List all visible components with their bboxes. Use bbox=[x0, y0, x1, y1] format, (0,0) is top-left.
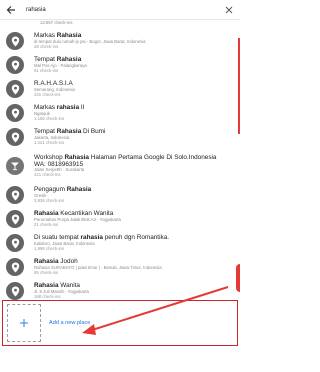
side-handle[interactable] bbox=[236, 264, 240, 292]
result-checkins: 1,156 check-ins bbox=[34, 115, 65, 121]
pin-icon bbox=[6, 282, 24, 300]
list-item[interactable]: Rahasia Jodoh Rahasia SURABAYO | pawi ti… bbox=[0, 255, 240, 279]
list-item[interactable]: Markas Rahasia di tempat dulu rumah ip p… bbox=[0, 29, 240, 53]
result-checkins: 431 check-ins bbox=[34, 91, 61, 97]
clear-icon[interactable] bbox=[224, 5, 234, 15]
list-item[interactable]: Di suatu tempat rahasia penuh dgn Romant… bbox=[0, 231, 240, 255]
pin-icon bbox=[6, 32, 24, 50]
result-checkins: 28 check-ins bbox=[34, 43, 59, 49]
pin-icon bbox=[6, 258, 24, 276]
list-item[interactable]: Tempat Rahasia Di Bumi Jakarta, Indonesi… bbox=[0, 125, 240, 149]
list-item[interactable]: Pengagum Rahasia Gresik 3,936 check-ins bbox=[0, 183, 240, 207]
result-title: Workshop Rahasia Halaman Pertama Google … bbox=[34, 153, 217, 161]
result-checkins: 61 check-ins bbox=[34, 67, 59, 73]
pin-icon bbox=[6, 234, 24, 252]
add-new-place-label: Add a new place bbox=[49, 320, 91, 326]
pin-icon bbox=[6, 186, 24, 204]
result-checkins: 3,936 check-ins bbox=[34, 197, 65, 203]
search-input[interactable]: rahasia bbox=[26, 7, 224, 13]
list-item[interactable]: Workshop Rahasia Halaman Pertama Google … bbox=[0, 149, 240, 183]
plus-icon bbox=[7, 304, 41, 342]
list-item[interactable]: Markas rahasia II Nganjuk 1,156 check-in… bbox=[0, 101, 240, 125]
scroll-indicator bbox=[238, 38, 240, 134]
list-item[interactable]: R.A.H.A.S.I.A Semarang, Indonesia 431 ch… bbox=[0, 77, 240, 101]
result-checkins: 1,221 check-ins bbox=[34, 139, 65, 145]
pin-icon bbox=[6, 104, 24, 122]
back-arrow-icon[interactable] bbox=[6, 4, 18, 16]
result-checkins: 21 check-ins bbox=[34, 221, 59, 227]
bar-icon bbox=[6, 157, 24, 175]
result-checkins: 421 check-ins bbox=[34, 172, 61, 178]
result-subtitle: 13.867 check-ins bbox=[40, 20, 73, 25]
pin-icon bbox=[6, 80, 24, 98]
list-item[interactable]: Rahasia Kecantikan Wanita Perumahan Purp… bbox=[0, 207, 240, 231]
pin-icon bbox=[6, 56, 24, 74]
pin-icon bbox=[6, 210, 24, 228]
pin-icon bbox=[6, 128, 24, 146]
result-checkins: 188 check-ins bbox=[34, 293, 61, 299]
search-bar: rahasia bbox=[0, 0, 240, 20]
list-item[interactable]: Tempat Rahasia Mal Pos Ajo · Palangkaray… bbox=[0, 53, 240, 77]
result-checkins: 1,998 check-ins bbox=[34, 245, 65, 251]
result-checkins: 65 check-ins bbox=[34, 269, 59, 275]
add-new-place-button[interactable]: Add a new place bbox=[2, 300, 238, 346]
list-item[interactable]: 13.867 check-ins bbox=[0, 20, 240, 29]
results-list: 13.867 check-ins Markas Rahasia di tempa… bbox=[0, 20, 240, 328]
